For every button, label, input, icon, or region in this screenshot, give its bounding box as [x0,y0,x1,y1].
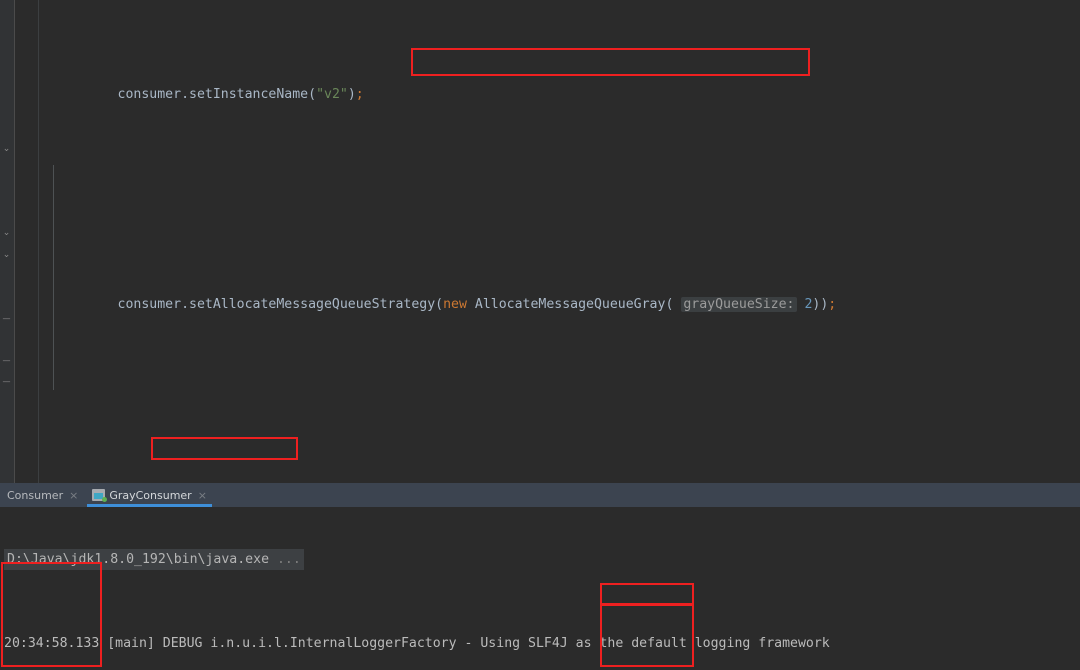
fold-line-icon[interactable] [1,313,12,324]
command-ellipsis: ... [276,552,301,567]
java-exe-path: D:\Java\jdk1.8.0_192\bin\java.exe [7,552,270,567]
token-set-instance-name: setInstanceName [189,87,309,102]
console-command-line: D:\Java\jdk1.8.0_192\bin\java.exe ... [0,549,1080,570]
console-log-line: 20:34:58.133 [main] DEBUG i.n.u.i.l.Inte… [0,633,1080,654]
fold-line-icon[interactable] [1,376,12,387]
close-icon[interactable]: × [69,489,78,502]
token-consumer: consumer [117,297,182,312]
code-line: consumer.setInstanceName("v2"); [117,87,364,102]
token-instance-name-value: "v2" [316,87,348,102]
token-allocate-class: AllocateMessageQueueGray [474,297,666,312]
fold-arrow-icon[interactable] [1,228,12,239]
token-consumer: consumer [117,87,182,102]
code-line: consumer.setAllocateMessageQueueStrategy… [117,297,837,312]
token-set-allocate-strategy: setAllocateMessageQueueStrategy [189,297,436,312]
console-tab-label: Consumer [7,488,64,502]
console-tab-consumer[interactable]: Consumer × [0,483,85,507]
log-text: 20:34:58.133 [main] DEBUG i.n.u.i.l.Inte… [4,636,830,651]
fold-arrow-icon[interactable] [1,144,12,155]
token-new-keyword: new [443,297,467,312]
console-tab-grayconsumer[interactable]: GrayConsumer × [85,483,214,507]
fold-arrow-icon[interactable] [1,250,12,261]
close-icon[interactable]: × [198,489,207,502]
fold-line-icon[interactable] [1,355,12,366]
run-window-icon [92,489,108,502]
editor-fold-gutter[interactable] [0,0,15,483]
code-editor[interactable]: consumer.setInstanceName("v2"); consumer… [0,0,1080,483]
ide-window: consumer.setInstanceName("v2"); consumer… [0,0,1080,670]
param-hint-gray-queue-size: grayQueueSize: [681,297,797,312]
console-tabbar[interactable]: Consumer × GrayConsumer × [0,483,1080,507]
run-console-panel: Consumer × GrayConsumer × D:\Java\jdk1.8… [0,483,1080,670]
code-text-area[interactable]: consumer.setInstanceName("v2"); consumer… [39,0,1080,483]
editor-gutter-pad [15,0,39,483]
console-output[interactable]: D:\Java\jdk1.8.0_192\bin\java.exe ... 20… [0,507,1080,670]
console-tab-label: GrayConsumer [109,488,192,502]
